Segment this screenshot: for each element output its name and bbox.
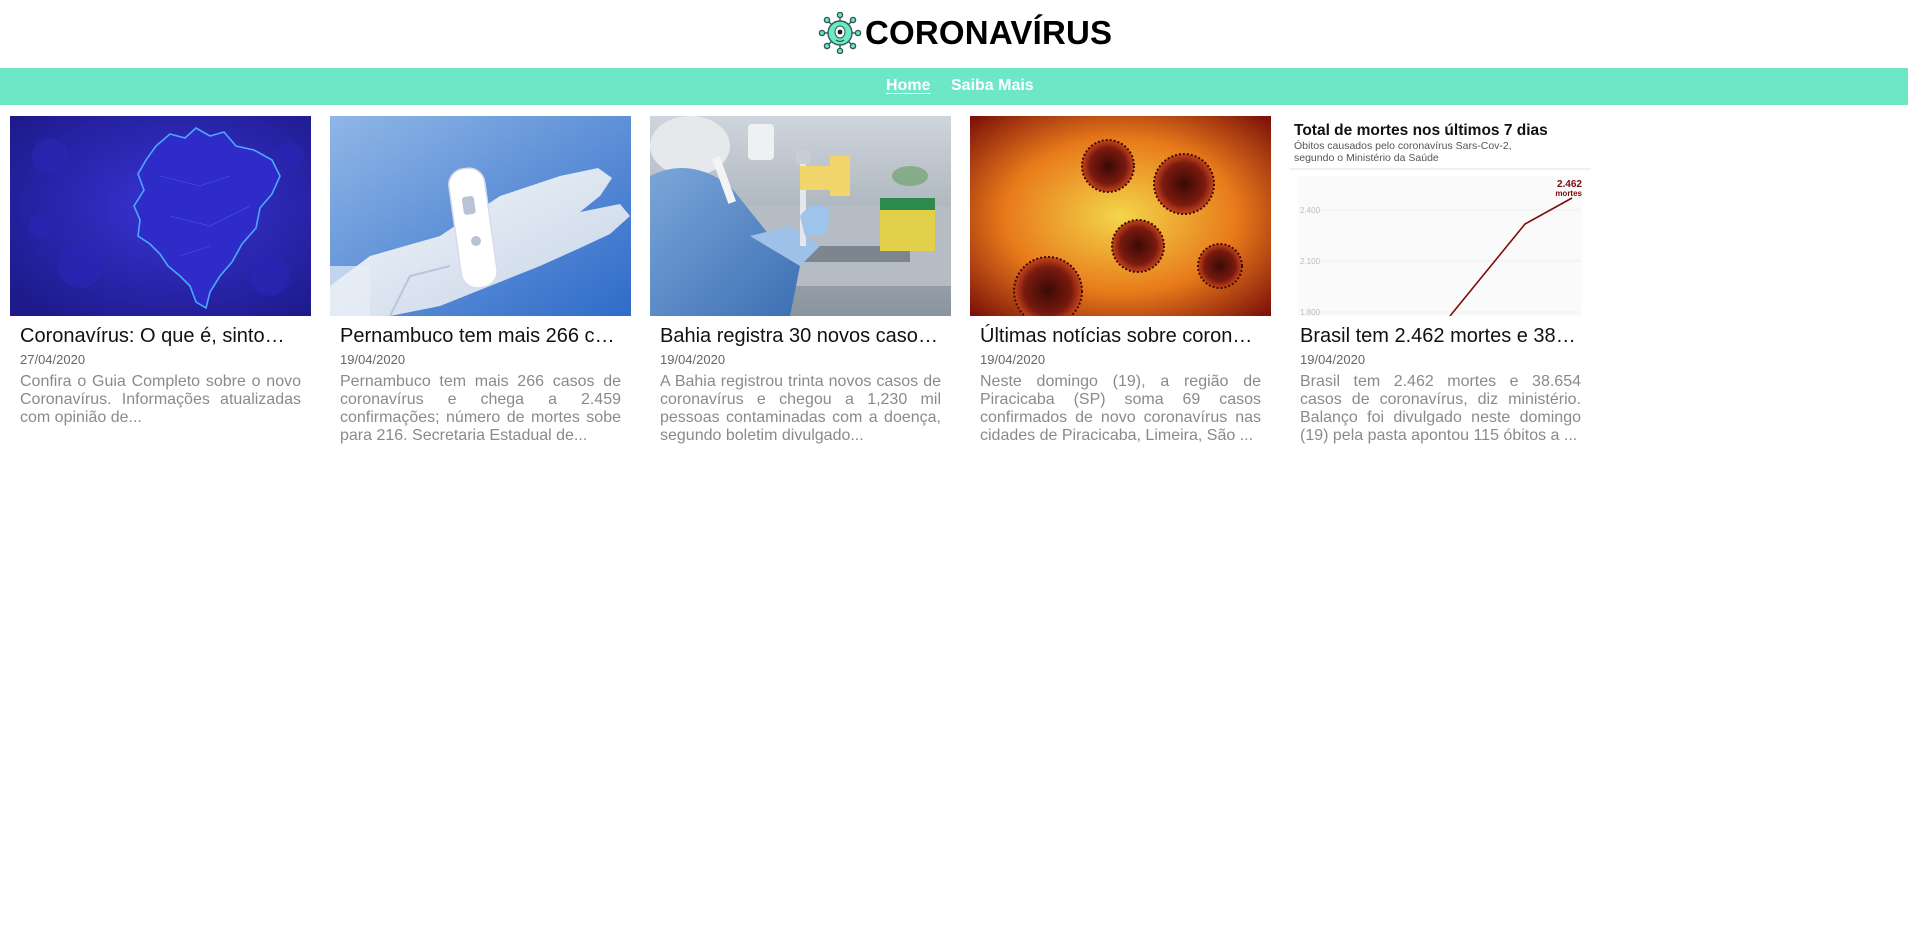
article-excerpt: Pernambuco tem mais 266 casos de coronav…	[340, 373, 621, 444]
chart-tick-label: 2.100	[1300, 257, 1321, 266]
article-title[interactable]: Coronavírus: O que é, sintomas, tratamen…	[20, 324, 301, 348]
article-card[interactable]: Pernambuco tem mais 266 casos de coronav…	[330, 116, 631, 445]
article-card[interactable]: Coronavírus: O que é, sintomas, tratamen…	[10, 116, 311, 427]
article-date: 27/04/2020	[20, 352, 86, 367]
chart-unit-label: mortes	[1555, 189, 1582, 198]
article-image-deaths-chart[interactable]: Total de mortes nos últimos 7 dias Óbito…	[1290, 116, 1591, 316]
chart-title: Total de mortes nos últimos 7 dias	[1294, 122, 1548, 139]
article-date: 19/04/2020	[980, 352, 1046, 367]
article-excerpt: A Bahia registrou trinta novos casos de …	[660, 373, 941, 444]
virus-microscope-image	[970, 116, 1271, 316]
article-title[interactable]: Pernambuco tem mais 266 casos de coronav…	[340, 324, 621, 348]
article-image-virus-microscope[interactable]	[970, 116, 1271, 316]
article-card[interactable]: Bahia registra 30 novos casos de coronav…	[650, 116, 951, 445]
article-excerpt: Confira o Guia Completo sobre o novo Cor…	[20, 373, 301, 426]
article-title[interactable]: Últimas notícias sobre coronavírus em Pi…	[980, 324, 1261, 348]
article-card[interactable]: Total de mortes nos últimos 7 dias Óbito…	[1290, 116, 1591, 445]
chart-tick-label: 1.800	[1300, 308, 1321, 316]
nav-saiba-mais-link[interactable]: Saiba Mais	[951, 77, 1034, 95]
article-date: 19/04/2020	[340, 352, 406, 367]
article-date: 19/04/2020	[1300, 352, 1366, 367]
brazil-map-image	[10, 116, 311, 316]
nav-home-link[interactable]: Home	[886, 77, 930, 95]
article-image-rapid-test[interactable]	[330, 116, 631, 316]
lab-researcher-image	[650, 116, 951, 316]
site-header: CORONAVÍRUS	[0, 0, 1908, 68]
main-nav: Home Saiba Mais	[0, 68, 1908, 105]
chart-subtitle-line1: Óbitos causados pelo coronavírus Sars-Co…	[1294, 139, 1512, 152]
deaths-chart-image: Total de mortes nos últimos 7 dias Óbito…	[1290, 116, 1591, 316]
chart-subtitle-line2: segundo o Ministério da Saúde	[1294, 152, 1439, 164]
article-image-brazil-map[interactable]	[10, 116, 311, 316]
virus-mascot-icon	[818, 12, 862, 54]
article-title[interactable]: Brasil tem 2.462 mortes e 38.654 casos d…	[1300, 324, 1581, 348]
article-title[interactable]: Bahia registra 30 novos casos de coronav…	[660, 324, 941, 348]
article-date: 19/04/2020	[660, 352, 726, 367]
article-card[interactable]: Últimas notícias sobre coronavírus em Pi…	[970, 116, 1271, 445]
brand[interactable]: CORONAVÍRUS	[817, 12, 1112, 54]
article-image-lab-research[interactable]	[650, 116, 951, 316]
gloved-hand-image	[330, 116, 631, 316]
article-excerpt: Neste domingo (19), a região de Piracica…	[980, 373, 1261, 444]
chart-tick-label: 2.400	[1300, 206, 1321, 215]
article-excerpt: Brasil tem 2.462 mortes e 38.654 casos d…	[1300, 373, 1581, 444]
site-title: CORONAVÍRUS	[865, 14, 1113, 51]
